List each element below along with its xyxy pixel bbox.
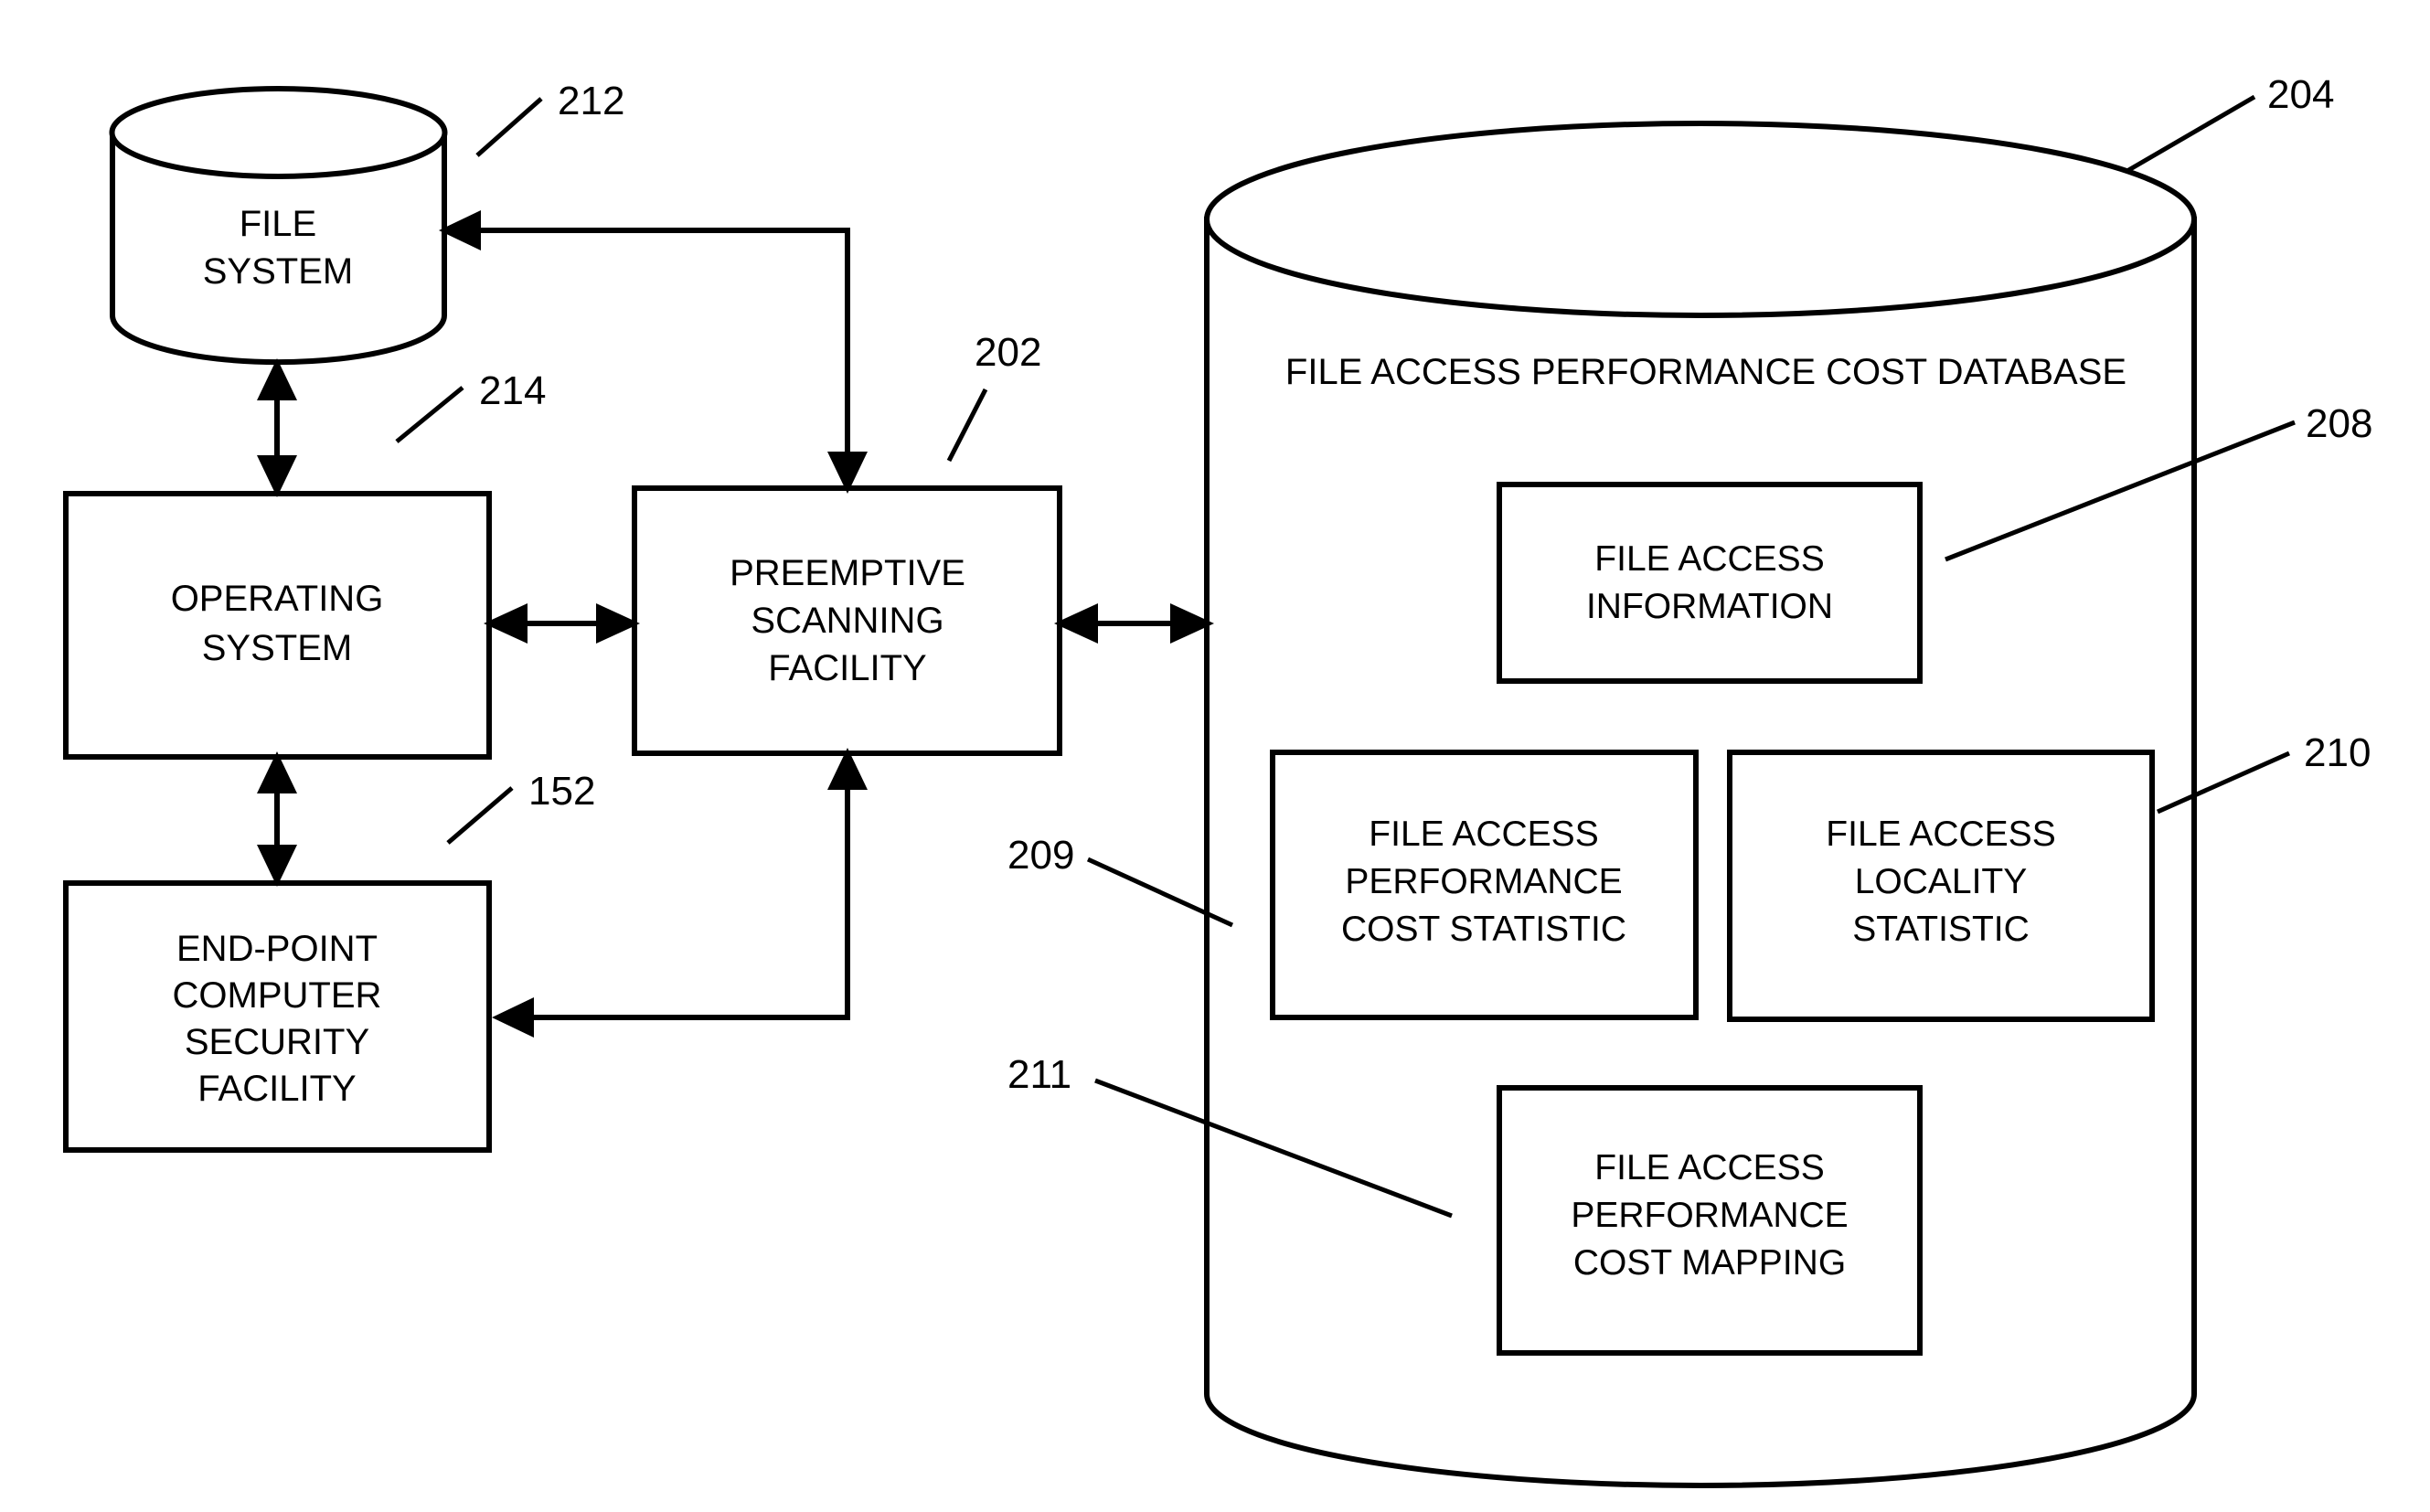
file-access-information-line1: FILE ACCESS <box>1594 539 1824 579</box>
cost-statistic-line2: PERFORMANCE <box>1345 862 1622 901</box>
cost-statistic-line3: COST STATISTIC <box>1341 910 1626 949</box>
cost-mapping-line1: FILE ACCESS <box>1594 1148 1824 1187</box>
connector-scanning-facility-to-file-system <box>439 210 868 494</box>
ref-num-214: 214 <box>479 368 546 413</box>
cost-mapping-line2: PERFORMANCE <box>1571 1196 1848 1235</box>
end-point-label-line4: FACILITY <box>197 1069 356 1109</box>
end-point-label-line3: SECURITY <box>185 1022 369 1062</box>
node-file-access-information[interactable]: FILE ACCESS INFORMATION <box>1497 482 1923 684</box>
node-file-access-locality-statistic[interactable]: FILE ACCESS LOCALITY STATISTIC <box>1727 750 2155 1022</box>
locality-statistic-line2: LOCALITY <box>1855 862 2028 901</box>
scanning-facility-label-line2: SCANNING <box>751 601 943 641</box>
ref-num-210: 210 <box>2304 730 2371 775</box>
ref-num-212: 212 <box>558 79 624 123</box>
ref-num-208: 208 <box>2306 401 2372 446</box>
connector-operating-system-end-point <box>257 751 297 887</box>
connector-scanning-facility-database <box>1054 603 1214 644</box>
leader-line-212 <box>475 97 543 157</box>
scanning-facility-label-line3: FACILITY <box>768 648 926 688</box>
file-access-information-line2: INFORMATION <box>1586 587 1833 626</box>
locality-statistic-line1: FILE ACCESS <box>1826 815 2055 854</box>
ref-num-202: 202 <box>975 330 1041 375</box>
patent-block-diagram: FILE SYSTEM 212 OPERATING SYSTEM 214 PRE… <box>63 72 2372 1488</box>
connector-path <box>466 228 850 488</box>
node-file-system[interactable]: FILE SYSTEM <box>109 86 448 366</box>
locality-statistic-line3: STATISTIC <box>1852 910 2030 949</box>
scanning-facility-label-line1: PREEMPTIVE <box>730 553 965 593</box>
node-end-point-security-facility[interactable]: END-POINT COMPUTER SECURITY FACILITY <box>63 880 492 1153</box>
leader-line-204 <box>2124 94 2256 175</box>
node-file-access-performance-cost-mapping[interactable]: FILE ACCESS PERFORMANCE COST MAPPING <box>1497 1085 1923 1356</box>
node-preemptive-scanning-facility[interactable]: PREEMPTIVE SCANNING FACILITY <box>632 485 1062 756</box>
ref-num-209: 209 <box>1007 833 1074 878</box>
database-title: FILE ACCESS PERFORMANCE COST DATABASE <box>1285 352 2126 392</box>
leader-line-202 <box>946 388 988 463</box>
cost-statistic-line1: FILE ACCESS <box>1369 815 1598 854</box>
connector-file-system-operating-system <box>257 358 297 497</box>
file-system-label-line1: FILE <box>240 204 316 244</box>
arrow-head-left <box>492 997 534 1038</box>
cost-mapping-line3: COST MAPPING <box>1573 1243 1846 1283</box>
end-point-label-line1: END-POINT <box>176 929 378 969</box>
end-point-label-line2: COMPUTER <box>173 975 382 1016</box>
operating-system-label-line1: OPERATING <box>171 579 384 619</box>
node-operating-system[interactable]: OPERATING SYSTEM <box>63 491 492 760</box>
file-system-label-line2: SYSTEM <box>203 251 353 292</box>
ref-num-211: 211 <box>1007 1052 1071 1097</box>
file-access-information-box <box>1497 482 1923 684</box>
connector-operating-system-scanning-facility <box>484 603 640 644</box>
operating-system-box <box>63 491 492 760</box>
node-file-access-performance-cost-statistic[interactable]: FILE ACCESS PERFORMANCE COST STATISTIC <box>1270 750 1699 1020</box>
database-cylinder-top <box>1204 121 2197 318</box>
ref-num-204: 204 <box>2267 72 2334 117</box>
ref-num-152: 152 <box>528 769 595 814</box>
leader-line-214 <box>395 386 464 443</box>
end-point-security-facility-box <box>63 880 492 1153</box>
leader-line-152 <box>446 786 514 845</box>
file-system-cylinder-top <box>109 86 448 179</box>
figure-canvas: FILE SYSTEM 212 OPERATING SYSTEM 214 PRE… <box>0 0 2430 1512</box>
operating-system-label-line2: SYSTEM <box>202 628 352 668</box>
